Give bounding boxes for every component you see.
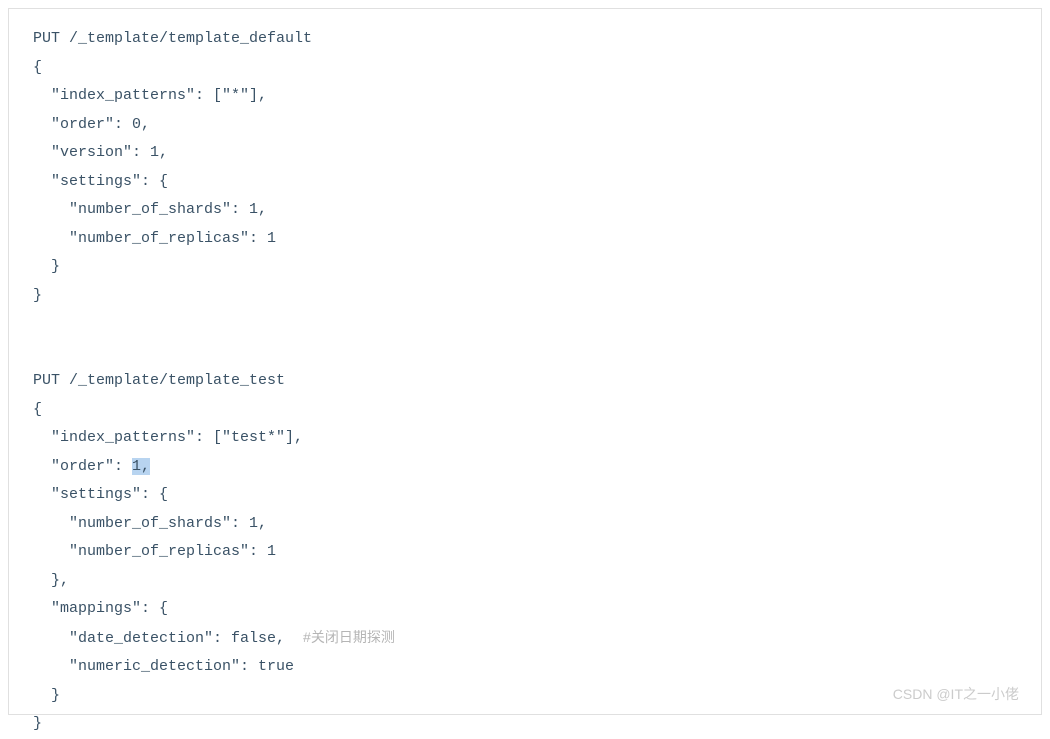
code-line-order: "order": 1, — [33, 458, 150, 475]
watermark-text: CSDN @IT之一小佬 — [893, 684, 1019, 704]
code-line: } — [33, 258, 60, 275]
code-line: "settings": { — [33, 173, 168, 190]
code-line: "number_of_shards": 1, — [33, 515, 267, 532]
code-line: PUT /_template/template_test — [33, 372, 285, 389]
code-line: "index_patterns": ["test*"], — [33, 429, 303, 446]
code-text: "order" — [33, 458, 114, 475]
code-line: { — [33, 401, 42, 418]
code-line: "number_of_replicas": 1 — [33, 230, 276, 247]
code-line: "mappings": { — [33, 600, 168, 617]
code-line: } — [33, 715, 42, 732]
code-text: : — [114, 458, 123, 475]
inline-comment: #关闭日期探测 — [303, 629, 395, 645]
code-line: "index_patterns": ["*"], — [33, 87, 267, 104]
code-line: }, — [33, 572, 69, 589]
code-line: "number_of_replicas": 1 — [33, 543, 276, 560]
code-line: "version": 1, — [33, 144, 168, 161]
code-line: "numeric_detection": true — [33, 658, 294, 675]
code-line: "order": 0, — [33, 116, 150, 133]
code-pre[interactable]: PUT /_template/template_default { "index… — [33, 25, 1017, 739]
code-line: "settings": { — [33, 486, 168, 503]
code-line: } — [33, 287, 42, 304]
code-line: "number_of_shards": 1, — [33, 201, 267, 218]
code-line: PUT /_template/template_default — [33, 30, 312, 47]
code-text — [123, 458, 132, 475]
code-block-container: PUT /_template/template_default { "index… — [8, 8, 1042, 715]
code-line: } — [33, 687, 60, 704]
selection-highlight: 1, — [132, 458, 150, 475]
code-text: "date_detection": false, — [33, 630, 303, 647]
code-line-with-comment: "date_detection": false, #关闭日期探测 — [33, 630, 395, 647]
code-line: { — [33, 59, 42, 76]
